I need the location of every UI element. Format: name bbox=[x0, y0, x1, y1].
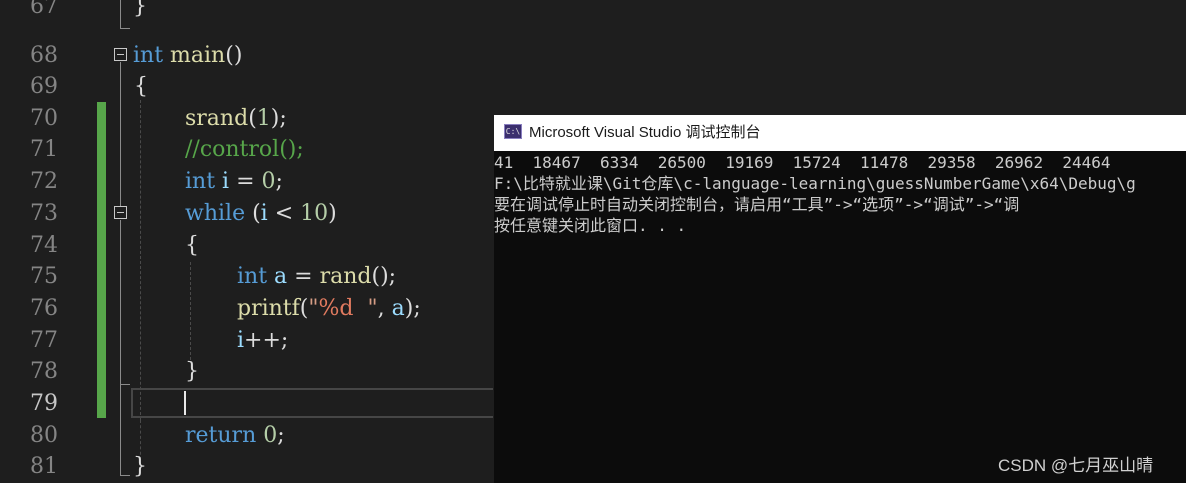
console-app-icon: C:\ bbox=[504, 124, 522, 139]
line-number: 76 bbox=[30, 296, 58, 321]
console-title: Microsoft Visual Studio 调试控制台 bbox=[529, 124, 761, 141]
variable-a: a bbox=[391, 296, 405, 321]
line-number: 71 bbox=[30, 137, 58, 162]
line-number: 75 bbox=[30, 264, 58, 289]
closing-brace: } bbox=[133, 0, 147, 19]
variable-a: a bbox=[274, 264, 288, 289]
number-literal: 1 bbox=[256, 106, 271, 131]
line-number: 81 bbox=[30, 454, 58, 479]
format-specifier: %d bbox=[318, 296, 354, 321]
opening-brace: { bbox=[185, 233, 199, 258]
function-rand: rand bbox=[319, 264, 372, 289]
line-number: 69 bbox=[30, 74, 58, 99]
line-number: 68 bbox=[30, 43, 58, 68]
console-line: 要在调试停止时自动关闭控制台，请启用“工具”->“选项”->“调试”->“调 bbox=[494, 195, 1020, 214]
line-number: 72 bbox=[30, 169, 58, 194]
string-literal: " bbox=[308, 296, 319, 321]
console-line: F:\比特就业课\Git仓库\c-language-learning\guess… bbox=[494, 174, 1136, 193]
function-printf: printf bbox=[237, 296, 300, 321]
code-line-67: 67 } bbox=[0, 0, 1186, 22]
line-number: 73 bbox=[30, 201, 58, 226]
console-line: 按任意键关闭此窗口. . . bbox=[494, 216, 687, 235]
parens: () bbox=[225, 43, 243, 68]
closing-brace: } bbox=[133, 454, 147, 479]
keyword-while: while bbox=[185, 201, 246, 226]
number-literal: 10 bbox=[300, 201, 329, 226]
line-number: 77 bbox=[30, 328, 58, 353]
line-number: 79 bbox=[30, 391, 58, 416]
line-number: 80 bbox=[30, 423, 58, 448]
variable-i: i bbox=[260, 201, 268, 226]
function-main: main bbox=[170, 43, 226, 68]
console-output: 41 18467 6334 26500 19169 15724 11478 29… bbox=[494, 152, 1186, 236]
line-number: 67 bbox=[30, 0, 58, 19]
closing-brace: } bbox=[185, 359, 199, 384]
comment: //control(); bbox=[185, 137, 304, 162]
debug-console-window[interactable]: C:\ Microsoft Visual Studio 调试控制台 41 184… bbox=[494, 115, 1186, 483]
line-number: 78 bbox=[30, 359, 58, 384]
code-line-69: 69 { bbox=[0, 71, 1186, 102]
console-line: 41 18467 6334 26500 19169 15724 11478 29… bbox=[494, 153, 1111, 172]
keyword-int: int bbox=[185, 169, 216, 194]
number-literal: 0 bbox=[261, 169, 276, 194]
code-line-68: 68 int main() bbox=[0, 40, 1186, 71]
console-title-bar[interactable]: C:\ Microsoft Visual Studio 调试控制台 bbox=[494, 115, 1186, 151]
line-number: 74 bbox=[30, 233, 58, 258]
function-srand: srand bbox=[185, 106, 249, 131]
number-literal: 0 bbox=[263, 423, 278, 448]
keyword-return: return bbox=[185, 423, 257, 448]
variable-i: i bbox=[237, 328, 245, 353]
opening-brace: { bbox=[134, 74, 148, 99]
outline-line bbox=[120, 28, 130, 29]
line-number: 70 bbox=[30, 106, 58, 131]
keyword-int: int bbox=[133, 43, 164, 68]
keyword-int: int bbox=[237, 264, 268, 289]
csdn-watermark: CSDN @七月巫山晴 bbox=[998, 456, 1154, 475]
